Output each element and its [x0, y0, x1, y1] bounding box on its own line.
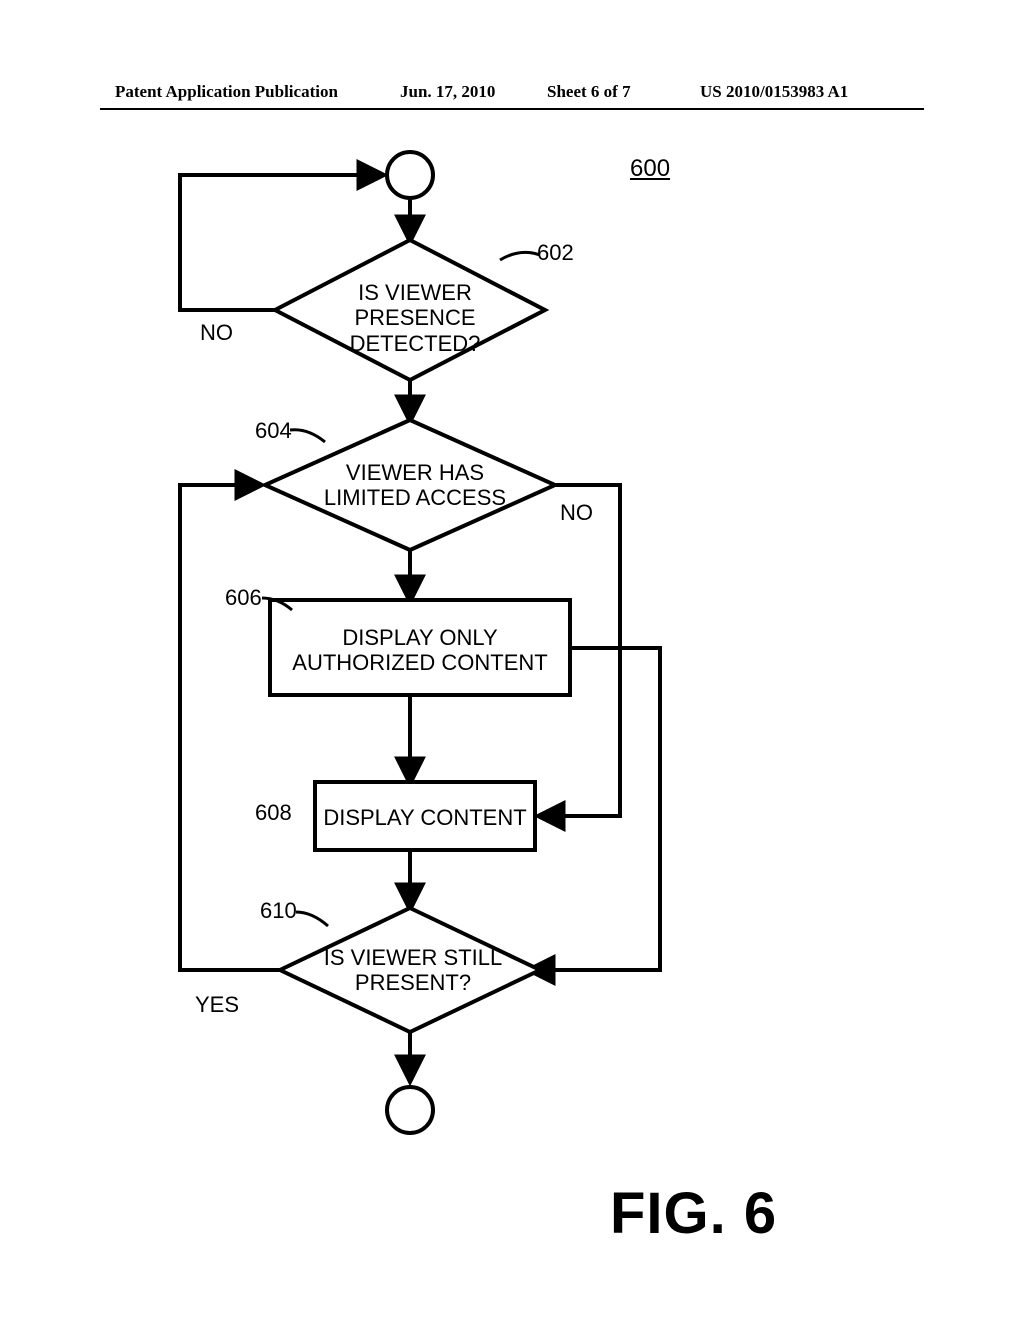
ref-610: 610 — [260, 898, 297, 924]
header-publication: Patent Application Publication — [115, 82, 338, 102]
header-sheet: Sheet 6 of 7 — [547, 82, 631, 102]
page: Patent Application Publication Jun. 17, … — [0, 0, 1024, 1320]
label-yes-610: YES — [195, 992, 239, 1018]
label-no-604: NO — [560, 500, 593, 526]
header-rule — [100, 108, 924, 110]
ref-604: 604 — [255, 418, 292, 444]
ref-606: 606 — [225, 585, 262, 611]
ref-602: 602 — [537, 240, 574, 266]
label-no-602: NO — [200, 320, 233, 346]
ref-608: 608 — [255, 800, 292, 826]
decision-604-text: VIEWER HAS LIMITED ACCESS — [320, 460, 510, 511]
start-node — [387, 152, 433, 198]
header-number: US 2010/0153983 A1 — [700, 82, 848, 102]
process-606-text: DISPLAY ONLY AUTHORIZED CONTENT — [280, 625, 560, 676]
process-608-text: DISPLAY CONTENT — [320, 805, 530, 830]
end-node — [387, 1087, 433, 1133]
figure-caption: FIG. 6 — [610, 1180, 777, 1247]
decision-602-text: IS VIEWER PRESENCE DETECTED? — [335, 280, 495, 356]
decision-610-text: IS VIEWER STILL PRESENT? — [318, 945, 508, 996]
header-date: Jun. 17, 2010 — [400, 82, 495, 102]
